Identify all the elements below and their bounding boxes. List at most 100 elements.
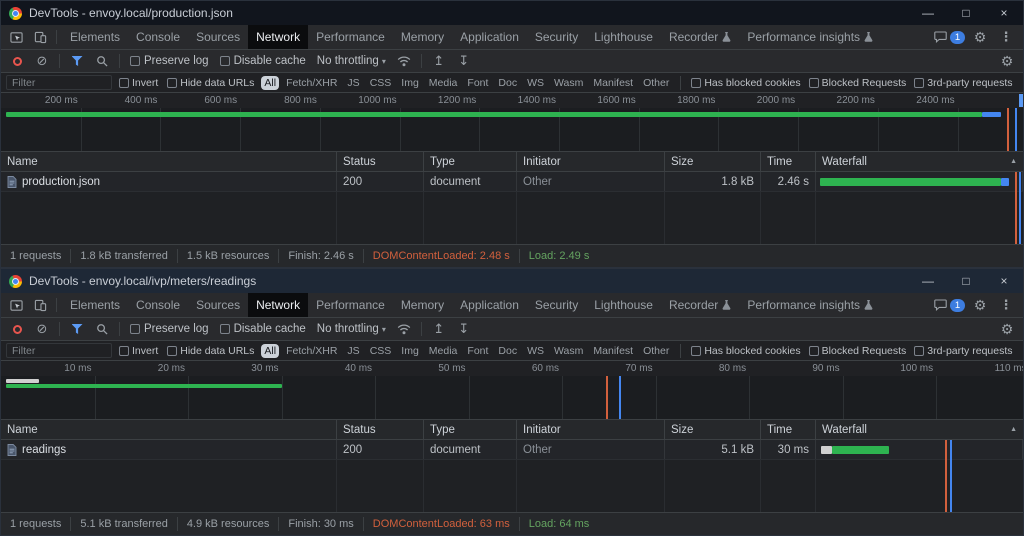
- filter-pill-wasm[interactable]: Wasm: [551, 76, 586, 90]
- tab-security[interactable]: Security: [527, 293, 586, 317]
- filter-pill-media[interactable]: Media: [426, 76, 461, 90]
- column-header-waterfall[interactable]: Waterfall▲: [816, 152, 1023, 171]
- overview-chart[interactable]: [1, 108, 1023, 152]
- export-har-icon[interactable]: ↧: [453, 50, 475, 72]
- column-header-status[interactable]: Status: [337, 420, 424, 439]
- import-har-icon[interactable]: ↥: [428, 318, 450, 340]
- maximize-button[interactable]: □: [947, 269, 985, 293]
- column-header-size[interactable]: Size: [665, 420, 761, 439]
- filter-pill-css[interactable]: CSS: [367, 76, 395, 90]
- filter-pill-doc[interactable]: Doc: [495, 344, 520, 358]
- filter-input[interactable]: [6, 343, 112, 358]
- device-toolbar-icon[interactable]: [29, 293, 51, 317]
- column-header-type[interactable]: Type: [424, 420, 517, 439]
- close-button[interactable]: ×: [985, 269, 1023, 293]
- column-header-time[interactable]: Time: [761, 152, 816, 171]
- network-settings-gear-icon[interactable]: ⚙: [996, 50, 1018, 72]
- filter-pill-manifest[interactable]: Manifest: [590, 344, 636, 358]
- filter-pill-js[interactable]: JS: [344, 76, 362, 90]
- filter-pill-fetch-xhr[interactable]: Fetch/XHR: [283, 76, 340, 90]
- overview-scroll-thumb[interactable]: [1019, 94, 1023, 107]
- filter-pill-all[interactable]: All: [261, 76, 279, 90]
- tab-elements[interactable]: Elements: [62, 25, 128, 49]
- tab-security[interactable]: Security: [527, 25, 586, 49]
- filter-blocked-requests[interactable]: Blocked Requests: [807, 77, 909, 89]
- settings-gear-icon[interactable]: ⚙: [969, 25, 991, 49]
- filter-pill-wasm[interactable]: Wasm: [551, 344, 586, 358]
- clear-button[interactable]: ⊘: [31, 50, 53, 72]
- filter-3rd-party-requests[interactable]: 3rd-party requests: [912, 345, 1014, 357]
- tab-performance[interactable]: Performance: [308, 293, 393, 317]
- clear-button[interactable]: ⊘: [31, 318, 53, 340]
- invert-checkbox[interactable]: Invert: [117, 345, 160, 357]
- filter-blocked-requests[interactable]: Blocked Requests: [807, 345, 909, 357]
- record-button[interactable]: [6, 318, 28, 340]
- throttling-dropdown[interactable]: No throttling▾: [313, 55, 390, 67]
- column-header-size[interactable]: Size: [665, 152, 761, 171]
- column-header-time[interactable]: Time: [761, 420, 816, 439]
- column-header-name[interactable]: Name: [1, 152, 337, 171]
- tab-recorder[interactable]: Recorder: [661, 25, 739, 49]
- network-settings-gear-icon[interactable]: ⚙: [996, 318, 1018, 340]
- more-options-icon[interactable]: ⋮: [995, 293, 1017, 317]
- request-row[interactable]: production.json 200 document Other 1.8 k…: [1, 172, 1023, 192]
- tab-console[interactable]: Console: [128, 293, 188, 317]
- tab-lighthouse[interactable]: Lighthouse: [586, 293, 661, 317]
- tab-performance-insights[interactable]: Performance insights: [739, 293, 881, 317]
- filter-pill-doc[interactable]: Doc: [495, 76, 520, 90]
- hide-data-urls-checkbox[interactable]: Hide data URLs: [165, 345, 256, 357]
- filter-funnel-icon[interactable]: [66, 50, 88, 72]
- issues-button[interactable]: 1: [934, 25, 965, 49]
- tab-sources[interactable]: Sources: [188, 25, 248, 49]
- tab-performance[interactable]: Performance: [308, 25, 393, 49]
- disable-cache-checkbox[interactable]: Disable cache: [216, 323, 310, 335]
- filter-pill-font[interactable]: Font: [464, 344, 491, 358]
- tab-application[interactable]: Application: [452, 25, 527, 49]
- filter-pill-img[interactable]: Img: [398, 76, 422, 90]
- filter-input[interactable]: [6, 75, 112, 90]
- tab-performance-insights[interactable]: Performance insights: [739, 25, 881, 49]
- maximize-button[interactable]: □: [947, 1, 985, 25]
- request-row[interactable]: readings 200 document Other 5.1 kB 30 ms: [1, 440, 1023, 460]
- inspect-icon[interactable]: [5, 25, 27, 49]
- filter-pill-img[interactable]: Img: [398, 344, 422, 358]
- filter-3rd-party-requests[interactable]: 3rd-party requests: [912, 77, 1014, 89]
- filter-pill-js[interactable]: JS: [344, 344, 362, 358]
- filter-pill-media[interactable]: Media: [426, 344, 461, 358]
- record-button[interactable]: [6, 50, 28, 72]
- search-icon[interactable]: [91, 50, 113, 72]
- filter-pill-other[interactable]: Other: [640, 344, 672, 358]
- invert-checkbox[interactable]: Invert: [117, 77, 160, 89]
- tab-network[interactable]: Network: [248, 25, 308, 49]
- tab-network[interactable]: Network: [248, 293, 308, 317]
- overview-chart[interactable]: [1, 376, 1023, 420]
- device-toolbar-icon[interactable]: [29, 25, 51, 49]
- more-options-icon[interactable]: ⋮: [995, 25, 1017, 49]
- window-titlebar[interactable]: DevTools - envoy.local/ivp/meters/readin…: [1, 269, 1023, 293]
- filter-has-blocked-cookies[interactable]: Has blocked cookies: [689, 77, 802, 89]
- preserve-log-checkbox[interactable]: Preserve log: [126, 55, 213, 67]
- close-button[interactable]: ×: [985, 1, 1023, 25]
- tab-memory[interactable]: Memory: [393, 293, 452, 317]
- network-conditions-icon[interactable]: [393, 318, 415, 340]
- filter-pill-css[interactable]: CSS: [367, 344, 395, 358]
- export-har-icon[interactable]: ↧: [453, 318, 475, 340]
- filter-pill-fetch-xhr[interactable]: Fetch/XHR: [283, 344, 340, 358]
- tab-lighthouse[interactable]: Lighthouse: [586, 25, 661, 49]
- hide-data-urls-checkbox[interactable]: Hide data URLs: [165, 77, 256, 89]
- network-conditions-icon[interactable]: [393, 50, 415, 72]
- column-header-initiator[interactable]: Initiator: [517, 152, 665, 171]
- issues-button[interactable]: 1: [934, 293, 965, 317]
- column-header-initiator[interactable]: Initiator: [517, 420, 665, 439]
- minimize-button[interactable]: —: [909, 269, 947, 293]
- window-titlebar[interactable]: DevTools - envoy.local/production.json —…: [1, 1, 1023, 25]
- filter-pill-all[interactable]: All: [261, 344, 279, 358]
- tab-console[interactable]: Console: [128, 25, 188, 49]
- column-header-status[interactable]: Status: [337, 152, 424, 171]
- filter-pill-ws[interactable]: WS: [524, 344, 547, 358]
- disable-cache-checkbox[interactable]: Disable cache: [216, 55, 310, 67]
- minimize-button[interactable]: —: [909, 1, 947, 25]
- filter-pill-manifest[interactable]: Manifest: [590, 76, 636, 90]
- import-har-icon[interactable]: ↥: [428, 50, 450, 72]
- tab-sources[interactable]: Sources: [188, 293, 248, 317]
